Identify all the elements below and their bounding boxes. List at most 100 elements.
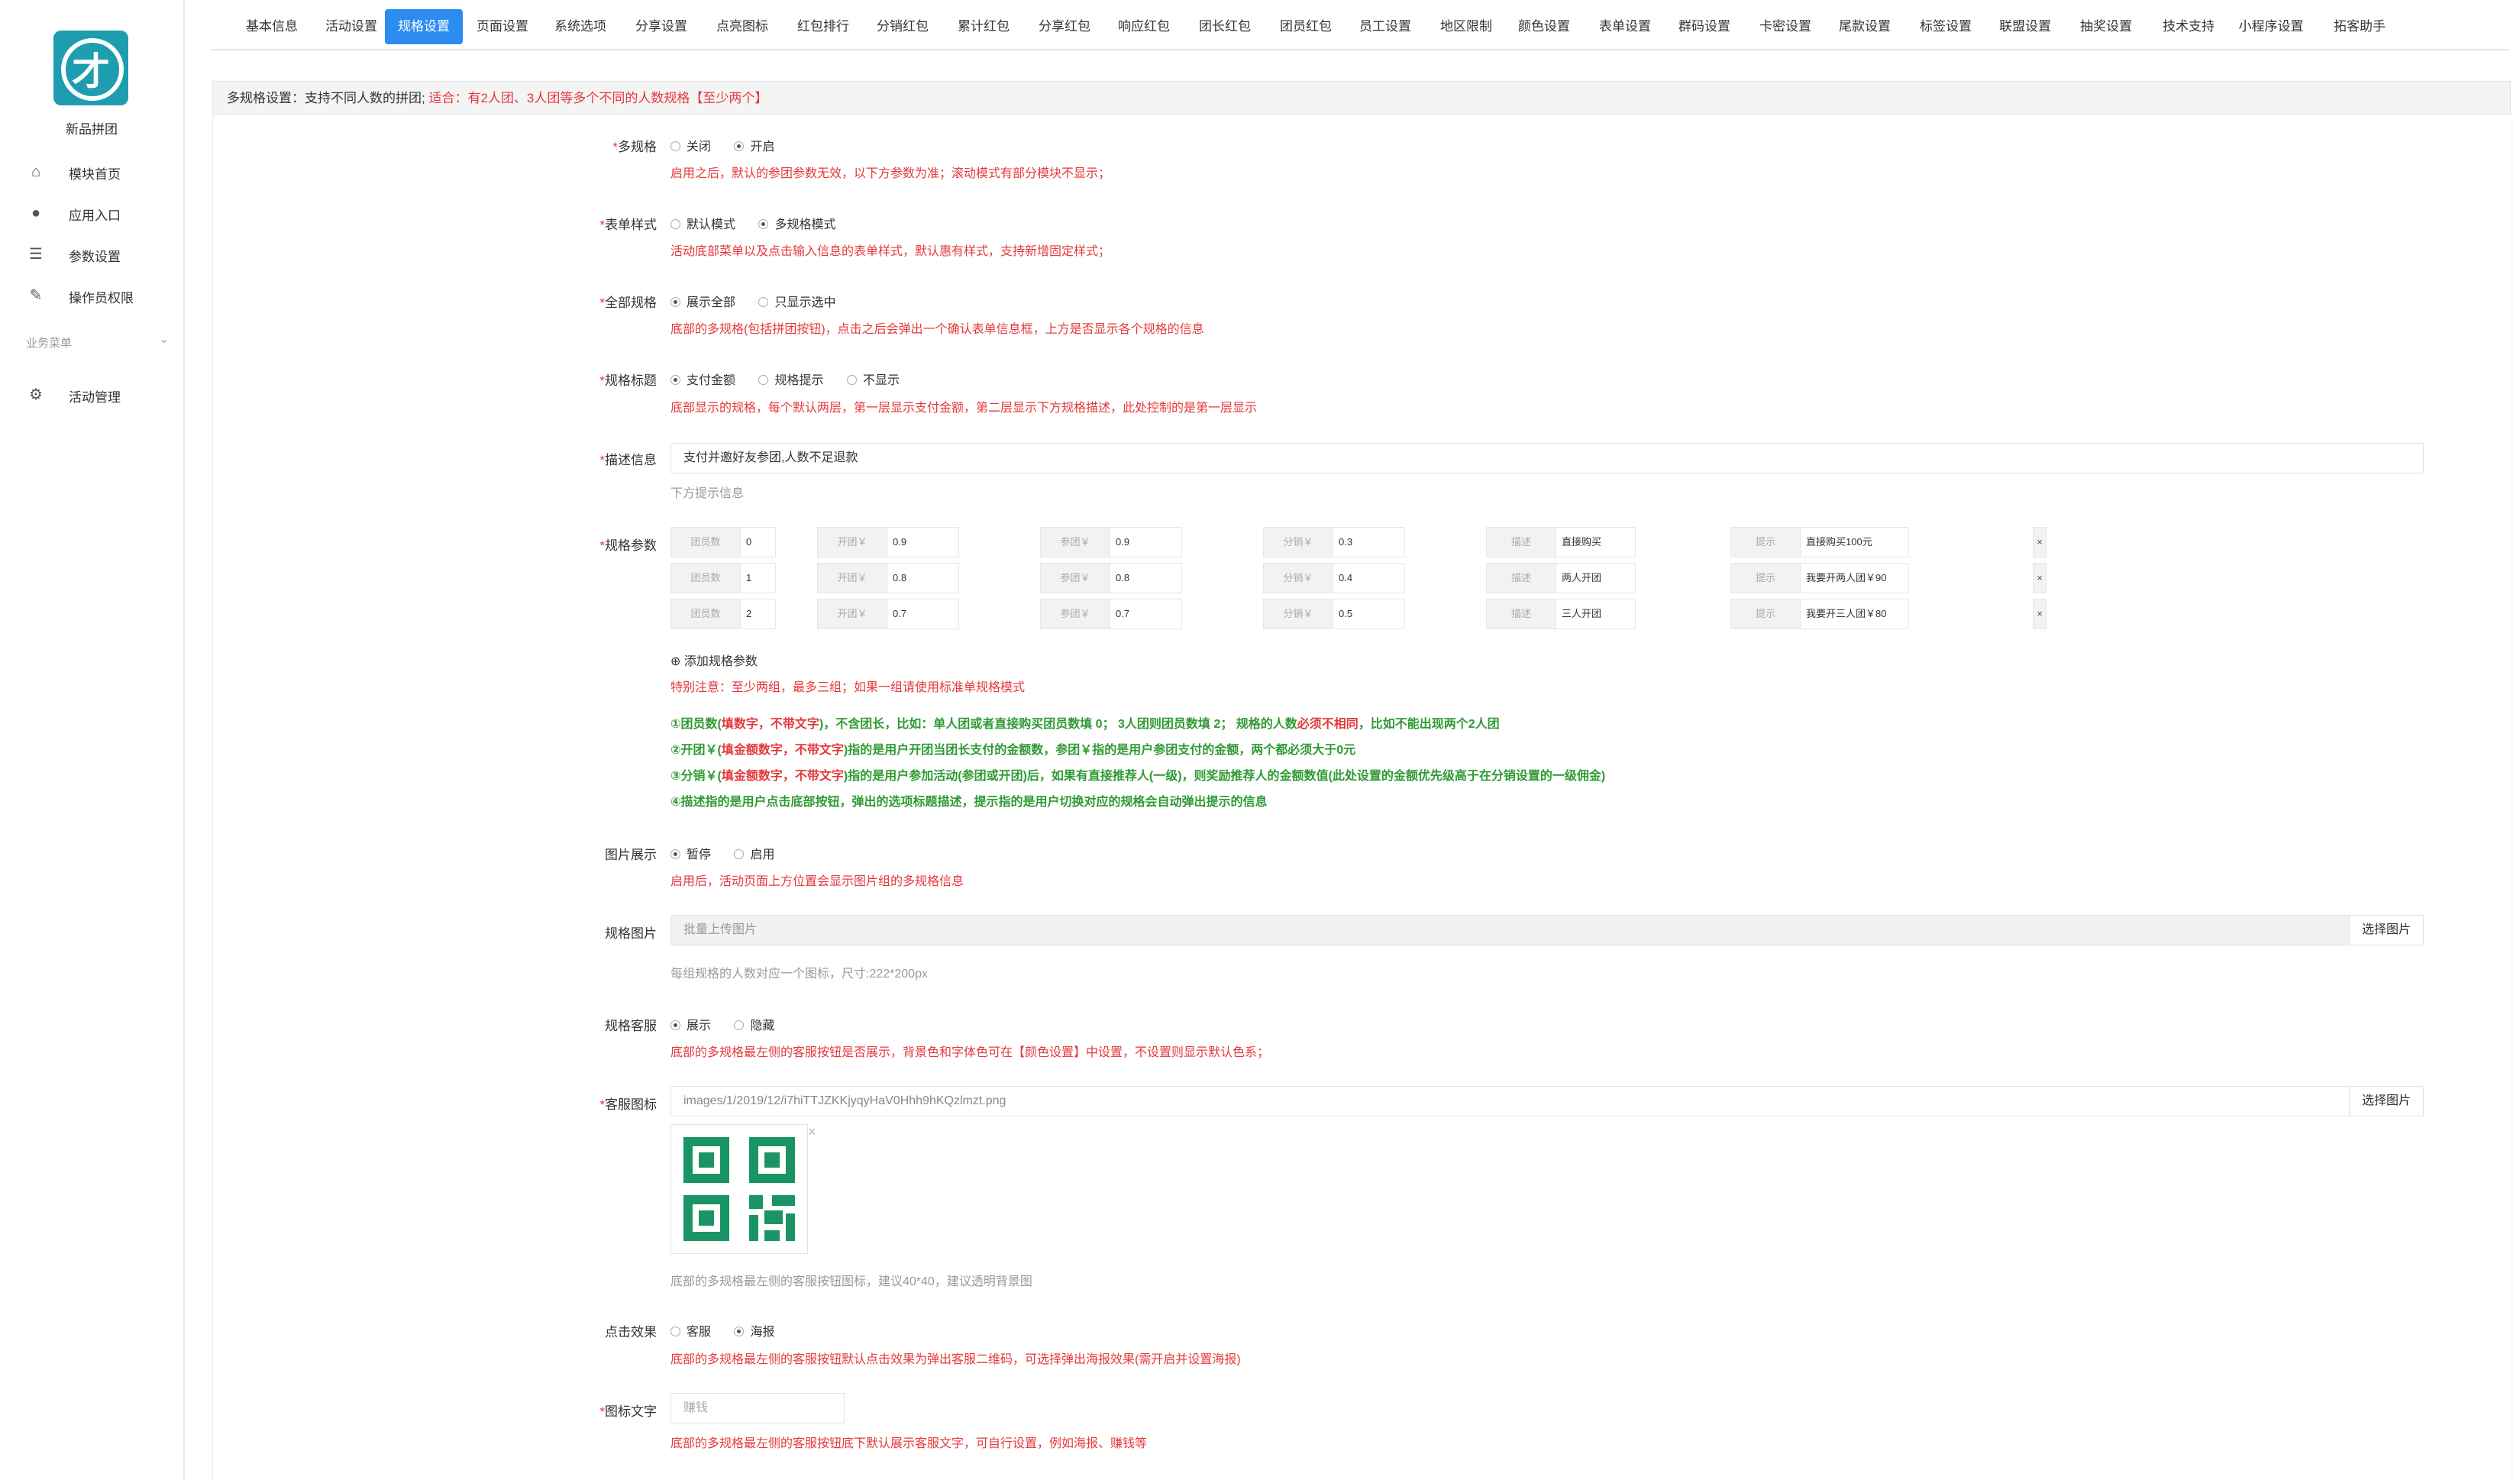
tab-item[interactable]: 标签设置 — [1912, 9, 1979, 44]
tab-item[interactable]: 群码设置 — [1671, 9, 1738, 44]
sidebar-item-entry[interactable]: ● 应用入口 — [0, 194, 183, 232]
spec-title-amount[interactable]: 支付金额 — [670, 374, 735, 387]
click-effect-service[interactable]: 客服 — [670, 1326, 711, 1339]
click-effect-poster[interactable]: 海报 — [734, 1326, 774, 1339]
service-icon-label: *客服图标 — [599, 1097, 657, 1112]
tab-item[interactable]: 基本信息 — [238, 9, 305, 44]
tab-item[interactable]: 团长红包 — [1191, 9, 1258, 44]
spec-param-field[interactable]: 提示 我要开三人团￥80 — [1730, 599, 1909, 629]
tab-item[interactable]: 卡密设置 — [1752, 9, 1819, 44]
tab-item[interactable]: 规格设置 — [385, 9, 463, 44]
spec-param-value: 0.7 — [893, 608, 907, 619]
spec-param-field[interactable]: 参团￥ 0.9 — [1040, 527, 1182, 557]
chevron-down-icon[interactable]: ⌄ — [159, 331, 169, 347]
sidebar-item-params[interactable]: ☰ 参数设置 — [0, 235, 183, 273]
delete-row-button[interactable]: × — [2033, 563, 2047, 593]
tab-item[interactable]: 累计红包 — [950, 9, 1017, 44]
multi-spec-hint: 启用之后，默认的参团参数无效，以下方参数为准；滚动模式有部分模块不显示； — [670, 167, 1111, 180]
spec-param-prefix: 参团￥ — [1041, 564, 1110, 593]
tab-item[interactable]: 响应红包 — [1110, 9, 1178, 44]
chat-icon: ● — [31, 205, 41, 221]
spec-title-none[interactable]: 不显示 — [846, 374, 900, 387]
spec-param-field[interactable]: 描述 两人开团 — [1486, 563, 1636, 593]
tab-item[interactable]: 活动设置 — [318, 9, 385, 44]
desc-input[interactable]: 支付并邀好友参团,人数不足退款 — [670, 443, 2424, 473]
delete-row-button[interactable]: × — [2033, 599, 2047, 629]
spec-param-field[interactable]: 描述 直接购买 — [1486, 527, 1636, 557]
service-icon-remove-button[interactable]: × — [808, 1124, 816, 1140]
sidebar-item-operators[interactable]: ✎ 操作员权限 — [0, 276, 183, 315]
delete-row-button[interactable]: × — [2033, 527, 2047, 557]
spec-title-tip[interactable]: 规格提示 — [758, 374, 823, 387]
spec-param-prefix: 开团￥ — [818, 564, 887, 593]
tab-item[interactable]: 尾款设置 — [1831, 9, 1898, 44]
sidebar-item-home[interactable]: ⌂ 模块首页 — [0, 153, 183, 191]
tab-item[interactable]: 小程序设置 — [2231, 9, 2311, 44]
form-style-multi[interactable]: 多规格模式 — [758, 218, 835, 231]
tab-item[interactable]: 地区限制 — [1433, 9, 1500, 44]
service-icon-path-input[interactable]: images/1/2019/12/i7hiTTJZKKjyqyHaV0Hhh9h… — [670, 1086, 2350, 1116]
spec-param-field[interactable]: 分销￥ 0.4 — [1263, 563, 1405, 593]
spec-service-hint: 底部的多规格最左侧的客服按钮是否展示，背景色和字体色可在【颜色设置】中设置，不设… — [670, 1046, 1270, 1059]
spec-param-field[interactable]: 参团￥ 0.7 — [1040, 599, 1182, 629]
spec-param-field[interactable]: 团员数 1 — [670, 563, 776, 593]
icon-text-input[interactable]: 赚钱 — [670, 1393, 845, 1423]
spec-param-value: 1 — [746, 572, 752, 583]
spec-param-field[interactable]: 团员数 2 — [670, 599, 776, 629]
spec-param-field[interactable]: 开团￥ 0.8 — [817, 563, 959, 593]
add-spec-button[interactable]: ⊕ 添加规格参数 — [670, 651, 758, 669]
multi-spec-off[interactable]: 关闭 — [670, 141, 711, 153]
notice-bar: 多规格设置：支持不同人数的拼团; 适合：有2人团、3人团等多个不同的人数规格【至… — [212, 81, 2511, 115]
tab-item[interactable]: 技术支持 — [2155, 9, 2222, 44]
tab-item[interactable]: 员工设置 — [1352, 9, 1419, 44]
all-spec-selected-only[interactable]: 只显示选中 — [758, 296, 835, 309]
spec-param-field[interactable]: 提示 我要开两人团￥90 — [1730, 563, 1909, 593]
tab-item[interactable]: 颜色设置 — [1510, 9, 1578, 44]
logo-glyph: 才 — [72, 50, 110, 93]
form-style-default[interactable]: 默认模式 — [670, 218, 735, 231]
image-show-options: 暂停 启用 — [670, 844, 794, 862]
tab-item[interactable]: 表单设置 — [1591, 9, 1659, 44]
spec-images-select-button[interactable]: 选择图片 — [2349, 915, 2424, 945]
spec-param-field[interactable]: 提示 直接购买100元 — [1730, 527, 1909, 557]
service-icon-select-button[interactable]: 选择图片 — [2349, 1086, 2424, 1116]
tab-item[interactable]: 页面设置 — [469, 9, 536, 44]
spec-param-field[interactable]: 描述 三人开团 — [1486, 599, 1636, 629]
service-icon-hint: 底部的多规格最左侧的客服按钮图标，建议40*40，建议透明背景图 — [670, 1275, 1032, 1288]
tab-item[interactable]: 抽奖设置 — [2073, 9, 2140, 44]
all-spec-show-all[interactable]: 展示全部 — [670, 296, 735, 309]
spec-title-label: *规格标题 — [599, 373, 657, 388]
click-effect-options: 客服 海报 — [670, 1321, 794, 1339]
tab-item[interactable]: 分销红包 — [869, 9, 936, 44]
radio-icon — [734, 849, 745, 859]
spec-param-prefix: 分销￥ — [1264, 528, 1333, 557]
image-show-enable[interactable]: 启用 — [734, 848, 774, 861]
spec-param-value: 0.8 — [893, 572, 907, 583]
tab-item[interactable]: 点亮图标 — [709, 9, 776, 44]
tab-item[interactable]: 红包排行 — [790, 9, 857, 44]
spec-params-label: *规格参数 — [599, 538, 657, 553]
spec-param-field[interactable]: 团员数 0 — [670, 527, 776, 557]
tab-item[interactable]: 系统选项 — [547, 9, 614, 44]
spec-rule-4: ④描述指的是用户点击底部按钮，弹出的选项标题描述，提示指的是用户切换对应的规格会… — [670, 796, 1268, 809]
spec-images-input[interactable]: 批量上传图片 — [670, 915, 2350, 945]
tab-item[interactable]: 分享设置 — [628, 9, 695, 44]
image-show-pause[interactable]: 暂停 — [670, 848, 711, 861]
tab-item[interactable]: 分享红包 — [1031, 9, 1098, 44]
spec-param-field[interactable]: 分销￥ 0.5 — [1263, 599, 1405, 629]
tab-item[interactable]: 拓客助手 — [2320, 9, 2399, 44]
spec-param-prefix: 参团￥ — [1041, 528, 1110, 557]
spec-param-prefix: 开团￥ — [818, 599, 887, 629]
sidebar-item-activity[interactable]: ⚙ 活动管理 — [0, 376, 183, 414]
spec-title-options: 支付金额 规格提示 不显示 — [670, 370, 919, 388]
spec-service-show[interactable]: 展示 — [670, 1020, 711, 1032]
spec-param-field[interactable]: 开团￥ 0.9 — [817, 527, 959, 557]
spec-param-field[interactable]: 参团￥ 0.8 — [1040, 563, 1182, 593]
tab-item[interactable]: 团员红包 — [1272, 9, 1339, 44]
multi-spec-on[interactable]: 开启 — [734, 141, 774, 153]
spec-param-field[interactable]: 开团￥ 0.7 — [817, 599, 959, 629]
spec-service-hide[interactable]: 隐藏 — [734, 1020, 774, 1032]
spec-param-field[interactable]: 分销￥ 0.3 — [1263, 527, 1405, 557]
tab-item[interactable]: 联盟设置 — [1992, 9, 2059, 44]
desc-hint: 下方提示信息 — [670, 487, 745, 500]
